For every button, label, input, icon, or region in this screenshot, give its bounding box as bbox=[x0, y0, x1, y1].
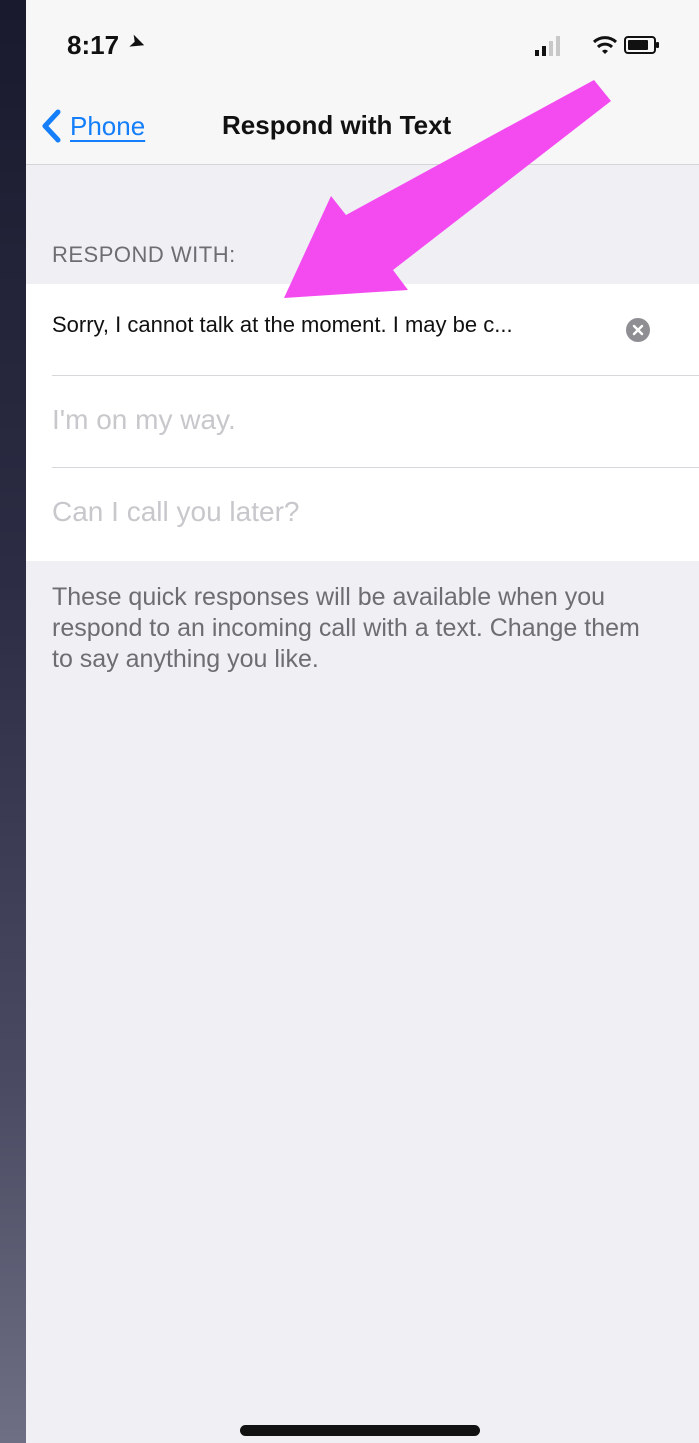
page-title: Respond with Text bbox=[222, 110, 452, 140]
battery-icon bbox=[624, 36, 659, 54]
home-indicator bbox=[240, 1425, 480, 1436]
list-item bbox=[26, 284, 699, 376]
list-item bbox=[26, 468, 699, 561]
response-2-field[interactable] bbox=[52, 404, 652, 436]
cellular-signal-icon bbox=[535, 36, 560, 56]
section-header: RESPOND WITH: bbox=[52, 242, 236, 267]
chevron-left-icon bbox=[42, 109, 61, 143]
navigation-bar: Phone Respond with Text bbox=[26, 90, 699, 165]
response-1-field[interactable] bbox=[52, 312, 622, 338]
clear-circle-icon[interactable] bbox=[626, 318, 650, 342]
response-3-field[interactable] bbox=[52, 496, 652, 528]
footer-description: These quick responses will be available … bbox=[52, 583, 640, 673]
location-arrow-icon: ➤ bbox=[125, 29, 149, 57]
status-time: 8:17 bbox=[67, 30, 120, 60]
back-button-label: Phone bbox=[70, 110, 146, 141]
list-item bbox=[26, 376, 699, 468]
status-bar: 8:17 ➤ bbox=[26, 0, 699, 90]
phone-screen: 8:17 ➤ Phone Respond with Text RESPOND W… bbox=[26, 0, 699, 1443]
back-button[interactable]: Phone bbox=[40, 106, 145, 146]
responses-list bbox=[26, 284, 699, 561]
wifi-icon bbox=[592, 36, 618, 54]
